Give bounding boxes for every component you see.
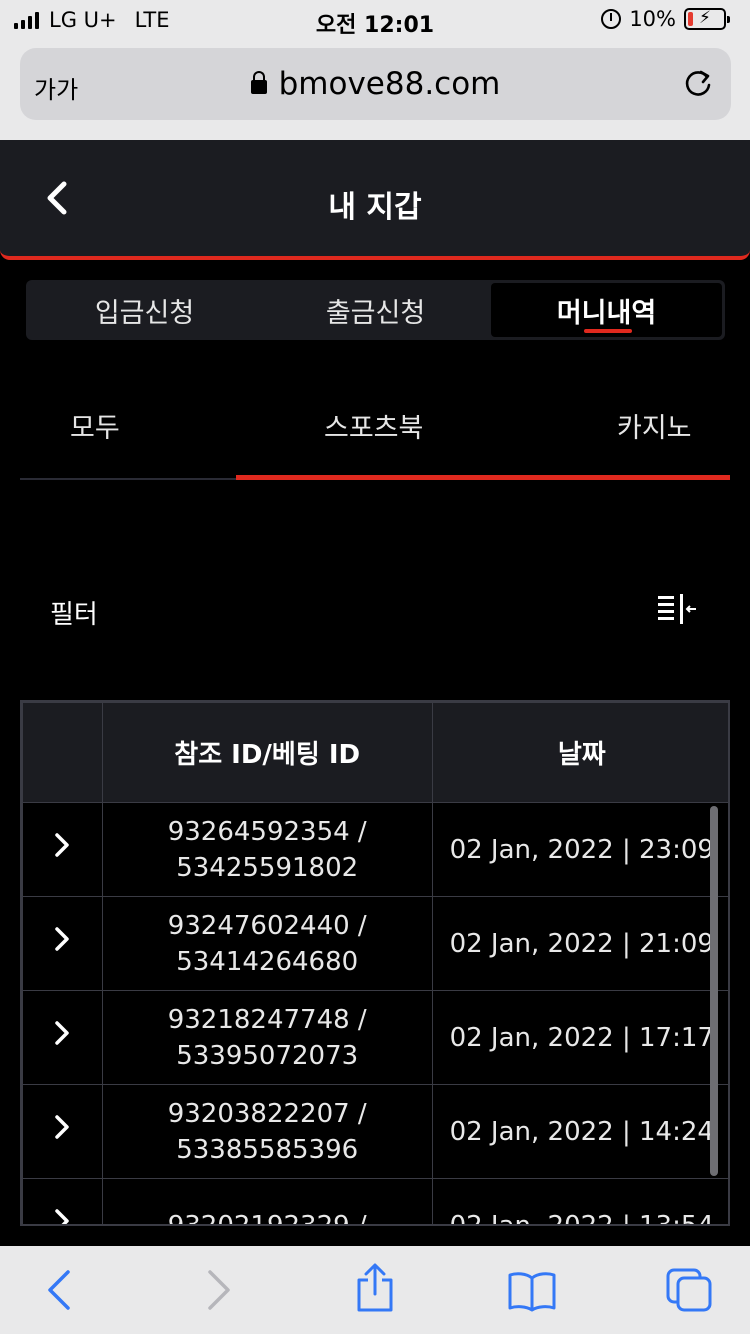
main-tabs: 입금신청 출금신청 머니내역 — [26, 280, 725, 340]
address-bar[interactable]: 가가 bmove88.com — [20, 48, 731, 120]
date-cell: 02 Jan, 2022 | 17:17 — [431, 990, 728, 1085]
reload-icon[interactable] — [683, 68, 713, 98]
url-text: bmove88.com — [278, 66, 501, 102]
browser-forward-icon[interactable] — [204, 1268, 234, 1312]
bet-id: 53385585396 — [176, 1134, 359, 1165]
expand-cell[interactable] — [22, 990, 103, 1085]
share-icon[interactable] — [354, 1262, 396, 1314]
expand-cell[interactable] — [22, 802, 103, 897]
bookmarks-icon[interactable] — [506, 1270, 558, 1312]
date-cell: 02 Jan, 2022 | 13:54 — [431, 1178, 728, 1224]
status-right: 10% ⚡ — [601, 7, 730, 31]
ref-id: 93264592354 / — [167, 816, 367, 847]
subtab-sportsbook[interactable]: 스포츠북 — [324, 406, 423, 445]
chevron-right-icon[interactable] — [52, 1113, 72, 1141]
tabs-icon[interactable] — [664, 1266, 714, 1314]
expand-cell[interactable] — [22, 1084, 103, 1179]
filter-toggle-icon[interactable] — [656, 592, 700, 628]
tab-money-history[interactable]: 머니내역 — [491, 283, 722, 337]
lock-icon — [250, 71, 267, 94]
table-row[interactable]: 93203822207 / 53385585396 02 Jan, 2022 | … — [22, 1084, 728, 1179]
filter-label: 필터 — [50, 600, 98, 630]
ref-id: 93202192329 / — [167, 1210, 367, 1226]
ref-cell: 93202192329 / — [101, 1178, 433, 1226]
header-expand — [22, 702, 103, 803]
ref-id: 93218247748 / — [167, 1004, 367, 1035]
status-bar: LG U+ LTE 오전 12:01 10% ⚡ — [0, 0, 750, 40]
charging-icon: ⚡ — [699, 8, 711, 28]
app-header: 내 지갑 — [0, 140, 750, 260]
sub-tabs: 모두 스포츠북 카지노 — [20, 380, 730, 480]
bet-id: 53425591802 — [176, 852, 359, 883]
table-header-row: 참조 ID/베팅 ID 날짜 — [22, 702, 728, 803]
subtab-casino[interactable]: 카지노 — [617, 406, 692, 445]
url-display[interactable]: bmove88.com — [20, 66, 731, 102]
chevron-right-icon[interactable] — [52, 1019, 72, 1047]
page-title: 내 지갑 — [328, 190, 422, 225]
bet-id: 53414264680 — [176, 946, 359, 977]
header-ref-id: 참조 ID/베팅 ID — [101, 702, 433, 803]
table-row[interactable]: 93247602440 / 53414264680 02 Jan, 2022 | … — [22, 896, 728, 991]
ref-id: 93247602440 / — [167, 910, 367, 941]
date-cell: 02 Jan, 2022 | 14:24 — [431, 1084, 728, 1179]
ref-cell: 93247602440 / 53414264680 — [101, 896, 433, 991]
table-row[interactable]: 93202192329 / 02 Jan, 2022 | 13:54 — [22, 1178, 728, 1227]
browser-toolbar — [0, 1246, 750, 1334]
table-scrollbar[interactable] — [710, 806, 718, 1176]
header-date: 날짜 — [431, 702, 728, 803]
expand-cell[interactable] — [22, 1178, 103, 1227]
ref-id: 93203822207 / — [167, 1098, 367, 1129]
history-table: 참조 ID/베팅 ID 날짜 93264592354 / 53425591802 … — [20, 700, 730, 1226]
tab-deposit[interactable]: 입금신청 — [29, 283, 260, 337]
table-row[interactable]: 93264592354 / 53425591802 02 Jan, 2022 | … — [22, 802, 728, 897]
chevron-right-icon[interactable] — [52, 1207, 72, 1227]
ref-cell: 93264592354 / 53425591802 — [101, 802, 433, 897]
browser-back-icon[interactable] — [44, 1268, 74, 1312]
alarm-icon — [601, 9, 622, 29]
tab-withdraw[interactable]: 출금신청 — [260, 283, 491, 337]
history-grid: 참조 ID/베팅 ID 날짜 93264592354 / 53425591802 … — [22, 702, 728, 1227]
expand-cell[interactable] — [22, 896, 103, 991]
subtab-all[interactable]: 모두 — [70, 406, 120, 445]
ref-cell: 93203822207 / 53385585396 — [101, 1084, 433, 1179]
chevron-right-icon[interactable] — [52, 925, 72, 953]
bet-id: 53395072073 — [176, 1040, 359, 1071]
date-cell: 02 Jan, 2022 | 23:09 — [431, 802, 728, 897]
subtab-active-indicator — [236, 475, 730, 480]
ref-cell: 93218247748 / 53395072073 — [101, 990, 433, 1085]
date-cell: 02 Jan, 2022 | 21:09 — [431, 896, 728, 991]
chevron-right-icon[interactable] — [52, 831, 72, 859]
table-row[interactable]: 93218247748 / 53395072073 02 Jan, 2022 | … — [22, 990, 728, 1085]
battery-percent: 10% — [629, 7, 676, 31]
battery-icon: ⚡ — [684, 8, 730, 30]
browser-chrome: 가가 bmove88.com — [0, 40, 750, 140]
